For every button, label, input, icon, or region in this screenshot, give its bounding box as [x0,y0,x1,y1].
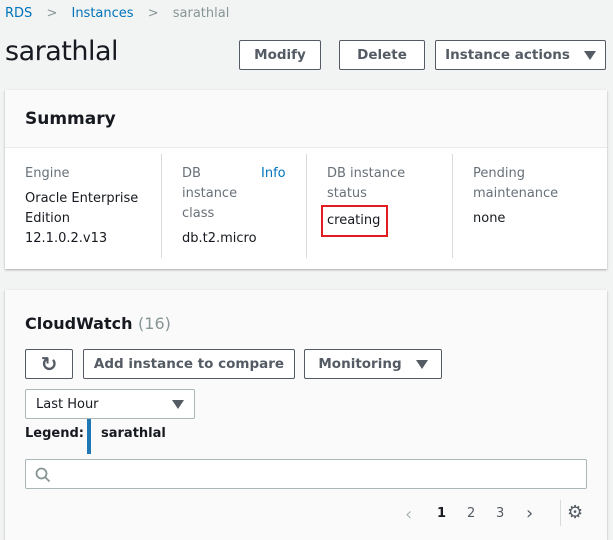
add-instance-compare-button[interactable]: Add instance to compare [83,349,295,379]
engine-version: 12.1.0.2.v13 [25,231,108,246]
time-range-value: Last Hour [36,396,99,412]
time-range-select[interactable]: Last Hour [25,389,195,419]
legend-item[interactable]: sarathlal [101,426,166,441]
refresh-button[interactable]: ↻ [25,349,73,379]
page-title: sarathlal [5,36,119,67]
db-class-label: class [182,206,215,221]
caret-down-icon [415,359,428,369]
status-badge: creating [321,205,388,237]
breadcrumb-rds[interactable]: RDS [5,6,32,21]
maintenance-value: none [473,211,506,226]
refresh-icon: ↻ [40,352,58,376]
legend-color-swatch [87,419,91,454]
chevron-right-icon: > [46,6,58,21]
metric-count: (16) [138,314,171,333]
next-page-icon[interactable]: › [526,503,533,524]
engine-value: Oracle Enterprise [25,191,139,206]
engine-value: Edition [25,211,70,226]
add-compare-label: Add instance to compare [93,356,285,372]
delete-button[interactable]: Delete [339,40,425,70]
page-1[interactable]: 1 [437,506,446,521]
divider [560,500,561,526]
page-2[interactable]: 2 [467,506,475,521]
metric-search-input[interactable] [25,459,587,489]
delete-label: Delete [357,47,407,63]
info-link[interactable]: Info [261,164,286,184]
status-field: DB instance status [327,164,405,204]
db-class-value: db.t2.micro [182,231,257,246]
cloudwatch-title: CloudWatch (16) [25,314,171,333]
engine-label: Engine [25,166,70,181]
instance-actions-button[interactable]: Instance actions [435,40,606,70]
engine-field: Engine Oracle Enterprise Edition 12.1.0.… [25,164,138,249]
maintenance-field: Pending maintenance none [473,164,558,229]
modify-button[interactable]: Modify [239,40,321,70]
breadcrumb-instances[interactable]: Instances [71,6,133,21]
breadcrumb: RDS > Instances > sarathlal [5,6,229,21]
divider [306,154,307,258]
status-label: status [327,186,367,201]
divider [452,154,453,258]
prev-page-icon[interactable]: ‹ [405,504,412,525]
status-label: DB instance [327,166,406,181]
search-icon [35,467,51,483]
chevron-right-icon: > [147,6,159,21]
caret-down-icon [172,399,184,409]
db-class-label: DB [182,166,201,181]
summary-title: Summary [5,90,607,148]
modify-label: Modify [254,47,306,63]
monitoring-button[interactable]: Monitoring [304,349,442,379]
legend-label: Legend: [25,426,84,441]
caret-down-icon [583,50,596,60]
db-class-label: instance [182,186,238,201]
maintenance-label: maintenance [473,186,559,201]
db-class-field: DB instance class db.t2.micro [182,164,257,249]
summary-card: Summary Engine Oracle Enterprise Edition… [5,90,607,269]
gear-icon[interactable]: ⚙ [567,502,583,523]
divider [161,154,162,258]
page-3[interactable]: 3 [496,506,504,521]
monitoring-label: Monitoring [318,356,402,372]
instance-actions-label: Instance actions [445,47,570,63]
breadcrumb-current: sarathlal [172,6,230,21]
status-value: creating [327,213,381,228]
cloudwatch-title-text: CloudWatch [25,314,133,333]
maintenance-label: Pending [473,166,525,181]
